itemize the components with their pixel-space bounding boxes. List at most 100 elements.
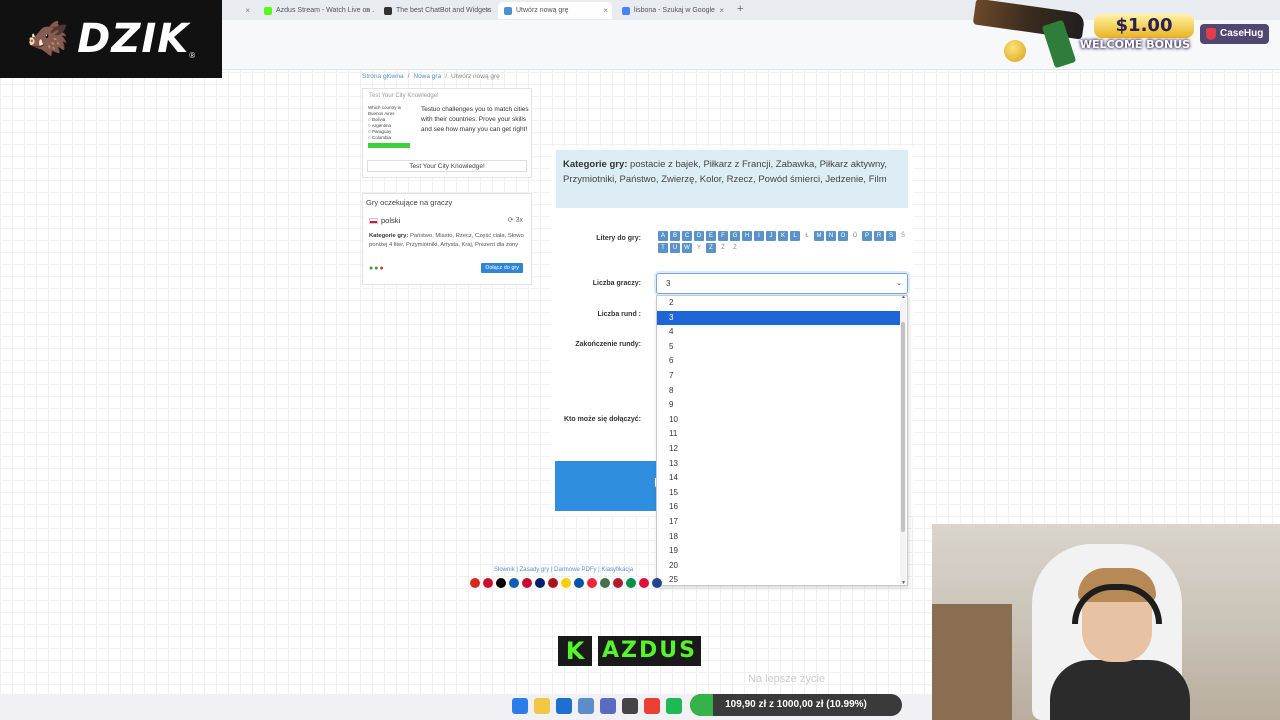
- browser-tab[interactable]: Azdus Stream - Watch Live on ... ×: [258, 2, 374, 19]
- letter-toggle[interactable]: Ś: [898, 231, 908, 241]
- app-icon[interactable]: [600, 698, 616, 714]
- footer-links[interactable]: Słownik | Zasady gry | Darmowe PDFy | Kl…: [494, 567, 633, 573]
- create-game-button[interactable]: [555, 461, 656, 511]
- letter-toggle[interactable]: L: [790, 231, 800, 241]
- players-option[interactable]: 14: [657, 471, 900, 486]
- scroll-up-icon[interactable]: ▲: [901, 296, 906, 300]
- letter-toggle[interactable]: S: [886, 231, 896, 241]
- browser-tab[interactable]: The best ChatBot and Widgets ... ×: [378, 2, 494, 19]
- letter-toggle[interactable]: Y: [694, 243, 704, 253]
- players-option[interactable]: 10: [657, 413, 900, 428]
- browser-tab[interactable]: lisbona - Szukaj w Google ×: [616, 2, 728, 19]
- flag-icon[interactable]: [626, 578, 636, 588]
- donation-goal-text: 109,90 zł z 1000,00 zł (10.99%): [725, 699, 867, 710]
- file-explorer-icon[interactable]: [534, 698, 550, 714]
- players-option[interactable]: 2: [657, 296, 900, 311]
- flag-icon[interactable]: [574, 578, 584, 588]
- join-game-button[interactable]: Dołącz do gry: [481, 263, 523, 273]
- players-dropdown[interactable]: 2 3 4 5 6 7 8 9 10 11 12 13 14 15 16 17 18 19 20 25 ▲ ▼: [656, 295, 908, 586]
- flag-icon[interactable]: [483, 578, 493, 588]
- letter-toggle[interactable]: A: [658, 231, 668, 241]
- browser-tab[interactable]: Utwórz nową grę ×: [498, 2, 612, 19]
- players-select[interactable]: 3 ⌄: [656, 273, 908, 294]
- flag-icon[interactable]: [522, 578, 532, 588]
- players-option[interactable]: 11: [657, 427, 900, 442]
- letter-toggle[interactable]: K: [778, 231, 788, 241]
- players-option[interactable]: 19: [657, 544, 900, 559]
- flag-icon[interactable]: [613, 578, 623, 588]
- mail-icon[interactable]: [556, 698, 572, 714]
- letters-label: Litery do gry:: [596, 235, 641, 242]
- flag-icon[interactable]: [535, 578, 545, 588]
- app-icon[interactable]: [578, 698, 594, 714]
- close-tab-icon[interactable]: ×: [365, 6, 370, 15]
- letter-toggle[interactable]: M: [814, 231, 824, 241]
- letter-toggle[interactable]: H: [742, 231, 752, 241]
- letter-toggle[interactable]: Ź: [718, 243, 728, 253]
- dropdown-scrollbar[interactable]: [900, 300, 906, 584]
- letter-toggle[interactable]: W: [682, 243, 692, 253]
- letter-toggle[interactable]: J: [766, 231, 776, 241]
- letter-toggle[interactable]: N: [826, 231, 836, 241]
- breadcrumb-home[interactable]: Strona główna: [362, 73, 404, 80]
- players-option[interactable]: 8: [657, 384, 900, 399]
- players-option[interactable]: 16: [657, 500, 900, 515]
- letter-toggle[interactable]: F: [718, 231, 728, 241]
- letter-toggle[interactable]: Ó: [850, 231, 860, 241]
- dropdown-scrollbar-thumb[interactable]: [901, 322, 905, 532]
- flag-icon[interactable]: [496, 578, 506, 588]
- new-tab-button[interactable]: +: [737, 3, 743, 15]
- flag-icon[interactable]: [548, 578, 558, 588]
- players-option[interactable]: 25: [657, 573, 900, 585]
- letter-toggle[interactable]: Ż: [730, 243, 740, 253]
- players-option[interactable]: 3: [657, 310, 900, 326]
- close-tab-icon[interactable]: ×: [485, 6, 490, 15]
- letter-toggle[interactable]: O: [838, 231, 848, 241]
- letter-toggle[interactable]: Z: [706, 243, 716, 253]
- letter-toggle[interactable]: D: [694, 231, 704, 241]
- flag-icon[interactable]: [652, 578, 662, 588]
- close-tab-icon[interactable]: ×: [245, 6, 250, 15]
- players-option[interactable]: 18: [657, 530, 900, 545]
- casehug-promo-banner[interactable]: $1.00 WELCOME BONUS CaseHug: [968, 0, 1280, 70]
- flag-icon[interactable]: [509, 578, 519, 588]
- app-icon[interactable]: [622, 698, 638, 714]
- language-flags[interactable]: [470, 578, 662, 588]
- flag-icon[interactable]: [639, 578, 649, 588]
- players-option[interactable]: 15: [657, 486, 900, 501]
- players-option[interactable]: 6: [657, 354, 900, 369]
- ad-link-button[interactable]: Test Your City Knowledge!: [367, 160, 527, 172]
- letter-toggle[interactable]: B: [670, 231, 680, 241]
- promo-text: WELCOME BONUS: [1079, 38, 1191, 51]
- players-option[interactable]: 13: [657, 457, 900, 472]
- letter-toggle[interactable]: E: [706, 231, 716, 241]
- close-tab-icon[interactable]: ×: [603, 6, 608, 15]
- flag-icon[interactable]: [561, 578, 571, 588]
- players-option[interactable]: 9: [657, 398, 900, 413]
- letter-toggle[interactable]: G: [730, 231, 740, 241]
- players-option[interactable]: 4: [657, 325, 900, 340]
- ad-thumbnail[interactable]: Which country is Buenos Aires ○ Bolivia ○…: [368, 105, 416, 155]
- flag-icon[interactable]: [470, 578, 480, 588]
- flag-icon[interactable]: [587, 578, 597, 588]
- breadcrumb-new-game[interactable]: Nowa gra: [413, 73, 441, 80]
- letter-toggle[interactable]: C: [682, 231, 692, 241]
- letter-toggle[interactable]: T: [658, 243, 668, 253]
- players-option[interactable]: 12: [657, 442, 900, 457]
- chrome-icon[interactable]: [644, 698, 660, 714]
- flag-icon[interactable]: [600, 578, 610, 588]
- letter-toggle[interactable]: R: [874, 231, 884, 241]
- players-option[interactable]: 17: [657, 515, 900, 530]
- players-option[interactable]: 7: [657, 369, 900, 384]
- letter-toggle[interactable]: P: [862, 231, 872, 241]
- letter-toggle[interactable]: U: [670, 243, 680, 253]
- players-option[interactable]: 5: [657, 340, 900, 355]
- letter-toggle[interactable]: Ł: [802, 231, 812, 241]
- letter-toggle[interactable]: I: [754, 231, 764, 241]
- browser-tab[interactable]: ×: [228, 2, 254, 19]
- players-option[interactable]: 20: [657, 559, 900, 574]
- windows-start-icon[interactable]: [512, 698, 528, 714]
- close-tab-icon[interactable]: ×: [719, 6, 724, 15]
- ad-box[interactable]: Test Your City Knowledge! Which country …: [362, 88, 532, 178]
- spotify-icon[interactable]: [666, 698, 682, 714]
